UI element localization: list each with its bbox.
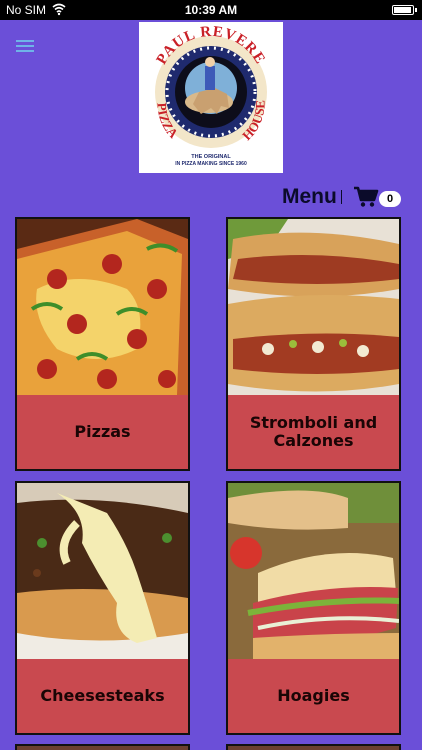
hoagie-image (228, 483, 399, 659)
category-tile-stromboli-calzones[interactable]: Stromboli and Calzones (226, 217, 401, 471)
category-label: Hoagies (277, 686, 350, 705)
restaurant-logo: PAUL REVERE PIZZA HOUSE THE ORIGINAL IN … (139, 22, 283, 173)
logo-tagline-1: THE ORIGINAL (191, 154, 231, 160)
cheesesteak-image (17, 483, 188, 659)
hamburger-menu-icon[interactable] (16, 40, 34, 54)
header-divider (341, 190, 342, 204)
category-tile-peek[interactable] (226, 744, 401, 750)
stromboli-image (228, 219, 399, 395)
pizza-image (17, 219, 188, 395)
menu-title: Menu (282, 185, 337, 208)
category-tile-pizzas[interactable]: Pizzas (15, 217, 190, 471)
status-bar: No SIM 10:39 AM (0, 0, 422, 20)
logo-tagline-2: IN PIZZA MAKING SINCE 1960 (175, 161, 247, 167)
category-tile-peek[interactable] (15, 744, 190, 750)
category-label: Stromboli and Calzones (249, 413, 378, 450)
cart-count-badge[interactable]: 0 (379, 191, 401, 207)
clock: 10:39 AM (184, 3, 238, 17)
cart-icon[interactable] (353, 186, 379, 208)
category-tile-cheesesteaks[interactable]: Cheesesteaks (15, 481, 190, 735)
category-tile-hoagies[interactable]: Hoagies (226, 481, 401, 735)
category-label: Pizzas (74, 422, 131, 441)
battery-icon (392, 5, 417, 15)
category-label: Cheesesteaks (40, 686, 165, 705)
